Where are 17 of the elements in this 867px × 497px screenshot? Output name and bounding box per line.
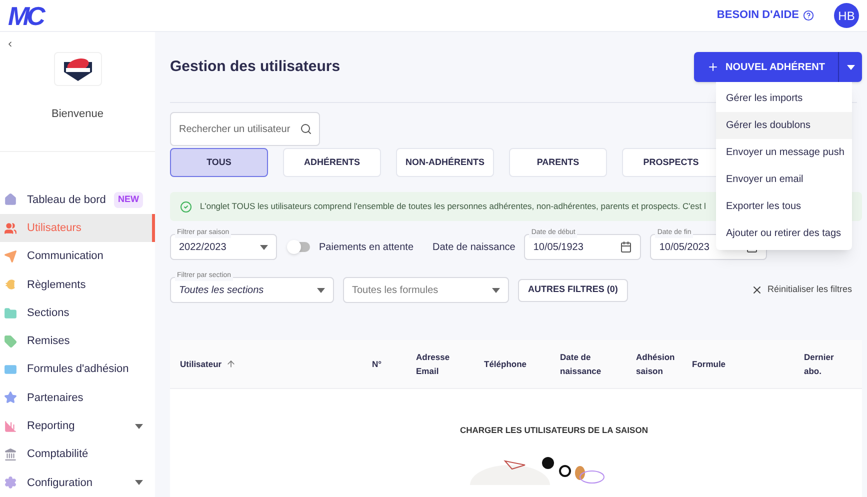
- nav-label: Partenaires: [27, 390, 84, 406]
- toggle-label: Paiements en attente: [319, 240, 414, 254]
- nav-label: Remises: [27, 334, 70, 350]
- nav-label: Reporting: [27, 419, 75, 434]
- nav-label: Configuration: [27, 476, 92, 491]
- new-badge: NEW: [114, 192, 143, 208]
- nav-label: Règlements: [27, 278, 86, 293]
- nav-label: Tableau de bord: [27, 192, 106, 208]
- info-text: L'onglet TOUS les utilisateurs comprend l'ensemble de toutes les personnes adhérentes, non-adhérentes, parents et prospects. C'est l: [200, 200, 706, 213]
- nav-label: Utilisateurs: [27, 220, 82, 236]
- nav-label: Communication: [27, 249, 104, 264]
- nav-label: Comptabilité: [27, 447, 88, 462]
- welcome-text: Bienvenue: [50, 107, 104, 122]
- nav-label: Formules d'adhésion: [27, 362, 129, 378]
- page-title: Gestion des utilisateurs: [170, 56, 340, 77]
- birth-date-label: Date de naissance: [432, 240, 516, 254]
- nav-label: Sections: [27, 306, 70, 321]
